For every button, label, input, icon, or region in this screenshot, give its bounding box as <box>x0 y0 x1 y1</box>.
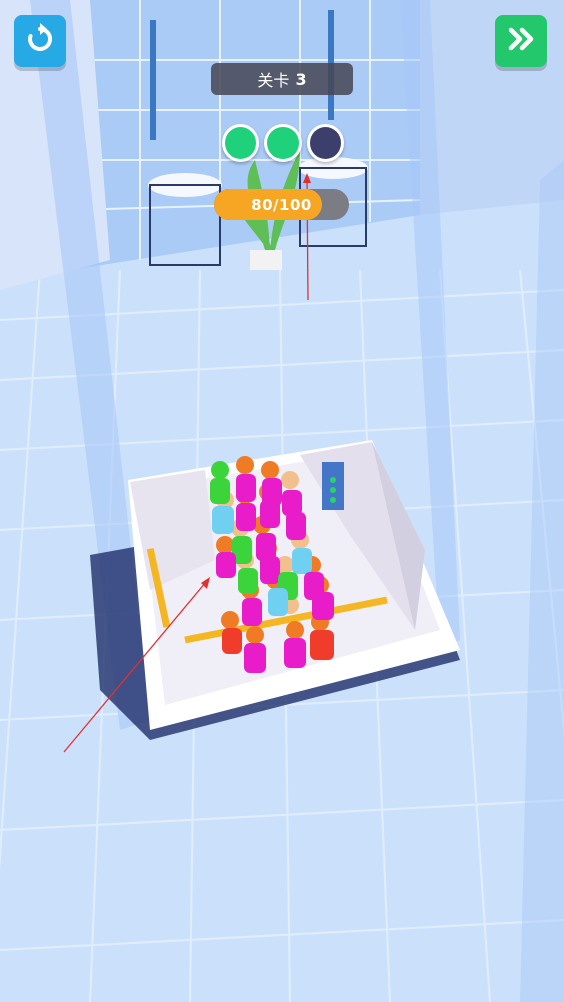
stage-dot-1 <box>222 124 260 162</box>
stage-progress-dots <box>222 124 344 164</box>
capacity-bar: 80/100 <box>214 189 349 220</box>
fast-forward-icon <box>505 23 537 59</box>
level-indicator: 关卡 3 <box>211 63 353 95</box>
stage-dot-2 <box>264 124 302 162</box>
restart-icon <box>24 23 56 59</box>
stage-dot-3 <box>306 124 344 162</box>
level-number: 3 <box>295 69 307 89</box>
capacity-text: 80/100 <box>251 195 312 214</box>
restart-button[interactable] <box>14 15 66 67</box>
skip-level-button[interactable] <box>495 15 547 67</box>
level-label: 关卡 <box>257 71 290 90</box>
